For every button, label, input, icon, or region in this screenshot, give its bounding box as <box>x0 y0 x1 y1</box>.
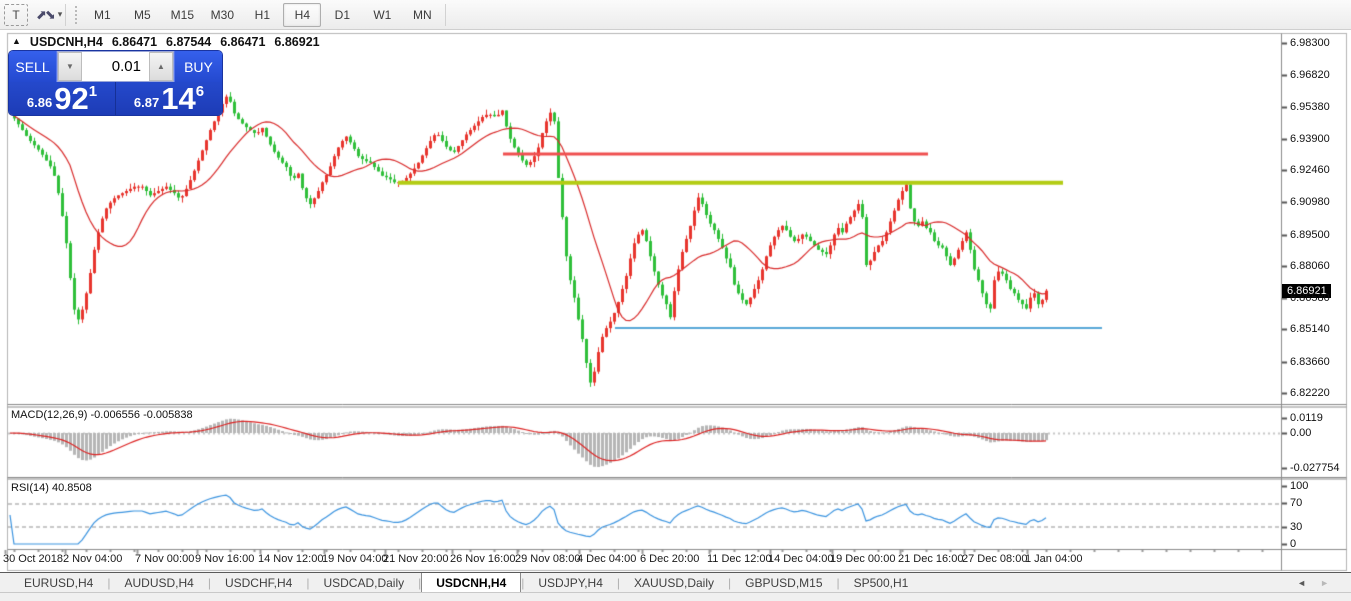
timeframe-button-group: M1M5M15M30H1H4D1W1MN <box>82 3 442 27</box>
timeframe-button-m15[interactable]: M15 <box>163 3 201 27</box>
rsi-tick: 70 <box>1290 497 1302 509</box>
cycle-symbols-button[interactable]: ⬈⬊ ▾ <box>36 7 62 23</box>
chart-window: ▲ USDCNH,H4 6.86471 6.87544 6.86471 6.86… <box>0 30 1351 572</box>
sell-price-small: 6.86 <box>27 95 52 110</box>
price-tick: 6.89500 <box>1290 229 1330 241</box>
buy-price-pip: 6 <box>196 83 204 100</box>
timeframe-button-h1[interactable]: H1 <box>243 3 281 27</box>
bottom-tab-audusd-h4[interactable]: AUDUSD,H4 <box>110 573 207 593</box>
ohlc-high: 6.87544 <box>166 35 211 49</box>
volume-increase-button[interactable]: ▲ <box>149 52 173 81</box>
sell-price-big: 92 <box>54 85 88 113</box>
timeframe-button-w1[interactable]: W1 <box>363 3 401 27</box>
time-axis: 30 Oct 20182 Nov 04:00 7 Nov 00:009 Nov 1… <box>0 553 1351 569</box>
rsi-tick: 30 <box>1290 521 1302 533</box>
bottom-tab-gbpusd-m15[interactable]: GBPUSD,M15 <box>731 573 836 593</box>
price-tick: 6.85140 <box>1290 323 1330 335</box>
time-axis-label: 30 Oct 2018 <box>3 553 63 565</box>
macd-tick: -0.027754 <box>1290 462 1340 474</box>
bottom-tab-usdcad-daily[interactable]: USDCAD,Daily <box>309 573 418 593</box>
bottom-tab-usdchf-h4[interactable]: USDCHF,H4 <box>211 573 306 593</box>
bottom-tab-usdjpy-h4[interactable]: USDJPY,H4 <box>524 573 616 593</box>
time-axis-label: 14 Dec 04:00 <box>768 553 833 565</box>
time-axis-label: 19 Dec 00:00 <box>830 553 895 565</box>
time-axis-label: 4 Dec 04:00 <box>577 553 636 565</box>
time-axis-label: 21 Dec 16:00 <box>898 553 963 565</box>
price-tick: 6.95380 <box>1290 101 1330 113</box>
time-axis-label: 19 Nov 04:00 <box>322 553 387 565</box>
symbol-name: USDCNH,H4 <box>30 35 103 49</box>
ohlc-open: 6.86471 <box>112 35 157 49</box>
volume-decrease-button[interactable]: ▼ <box>58 52 82 81</box>
ohlc-close: 6.86921 <box>274 35 319 49</box>
price-tick: 6.93900 <box>1290 133 1330 145</box>
top-toolbar: T ⬈⬊ ▾ M1M5M15M30H1H4D1W1MN <box>0 0 1351 30</box>
timeframe-button-m5[interactable]: M5 <box>123 3 161 27</box>
volume-box: ▼ 0.01 ▲ <box>57 51 174 82</box>
time-axis-label: 1 Jan 04:00 <box>1025 553 1083 565</box>
bottom-tab-xauusd-daily[interactable]: XAUUSD,Daily <box>620 573 728 593</box>
price-tick: 6.92460 <box>1290 164 1330 176</box>
time-axis-label: 11 Dec 12:00 <box>707 553 772 565</box>
buy-button[interactable]: BUY <box>174 51 222 82</box>
price-tick: 6.88060 <box>1290 260 1330 272</box>
time-axis-label: 14 Nov 12:00 <box>258 553 323 565</box>
buy-price-small: 6.87 <box>134 95 159 110</box>
time-axis-label: 29 Nov 08:00 <box>515 553 580 565</box>
macd-tick: 0.0119 <box>1290 412 1323 424</box>
tab-scroll-right-icon[interactable]: ► <box>1320 578 1329 588</box>
chart-tab-bar: EURUSD,H4|AUDUSD,H4|USDCHF,H4|USDCAD,Dai… <box>0 572 1351 593</box>
macd-label: MACD(12,26,9) -0.006556 -0.005838 <box>11 409 193 421</box>
timeframe-button-m30[interactable]: M30 <box>203 3 241 27</box>
time-axis-label: 21 Nov 20:00 <box>383 553 448 565</box>
time-axis-label: 2 Nov 04:00 <box>63 553 122 565</box>
price-tick: 6.83660 <box>1290 356 1330 368</box>
time-axis-label: 26 Nov 16:00 <box>450 553 515 565</box>
bottom-tab-usdcnh-h4[interactable]: USDCNH,H4 <box>421 573 521 593</box>
ohlc-low: 6.86471 <box>220 35 265 49</box>
price-tick: 6.90980 <box>1290 196 1330 208</box>
time-axis-label: 7 Nov 00:00 <box>135 553 194 565</box>
status-strip <box>0 592 1351 601</box>
buy-price-big: 14 <box>161 85 195 113</box>
price-tick: 6.96820 <box>1290 69 1330 81</box>
rsi-tick: 0 <box>1290 538 1296 550</box>
volume-input[interactable]: 0.01 <box>82 52 149 81</box>
sort-arrows-icon: ⬈⬊ <box>36 7 54 23</box>
tab-scroll-controls: ◄ ► <box>1297 573 1351 593</box>
time-axis-label: 27 Dec 08:00 <box>962 553 1027 565</box>
buy-price[interactable]: 6.87 14 6 <box>116 82 222 115</box>
rsi-label: RSI(14) 40.8508 <box>11 482 92 494</box>
toolbar-separator <box>445 4 446 26</box>
timeframe-button-m1[interactable]: M1 <box>83 3 121 27</box>
sell-price[interactable]: 6.86 92 1 <box>9 82 115 115</box>
macd-tick: 0.00 <box>1290 427 1311 439</box>
price-tick: 6.82220 <box>1290 387 1330 399</box>
one-click-trading-panel: SELL ▼ 0.01 ▲ BUY 6.86 92 1 6.87 14 <box>9 51 222 115</box>
trading-terminal: T ⬈⬊ ▾ M1M5M15M30H1H4D1W1MN ▲ USDCNH,H4 … <box>0 0 1351 601</box>
sell-price-pip: 1 <box>89 83 97 100</box>
text-tool-icon[interactable]: T <box>4 4 28 26</box>
bottom-tab-eurusd-h4[interactable]: EURUSD,H4 <box>10 573 107 593</box>
toolbar-separator <box>65 4 66 26</box>
collapse-icon[interactable]: ▲ <box>12 36 21 46</box>
toolbar-grip[interactable] <box>74 5 79 25</box>
bottom-tab-sp500-h1[interactable]: SP500,H1 <box>840 573 923 593</box>
timeframe-button-mn[interactable]: MN <box>403 3 441 27</box>
price-tick: 6.86580 <box>1290 292 1330 304</box>
chevron-down-icon[interactable]: ▾ <box>58 9 63 20</box>
chart-title: ▲ USDCNH,H4 6.86471 6.87544 6.86471 6.86… <box>12 35 320 49</box>
timeframe-button-h4[interactable]: H4 <box>283 3 321 27</box>
time-axis-label: 9 Nov 16:00 <box>195 553 254 565</box>
time-axis-label: 6 Dec 20:00 <box>640 553 699 565</box>
tab-scroll-left-icon[interactable]: ◄ <box>1297 578 1306 588</box>
sell-button[interactable]: SELL <box>9 51 57 82</box>
timeframe-button-d1[interactable]: D1 <box>323 3 361 27</box>
price-tick: 6.98300 <box>1290 37 1330 49</box>
rsi-tick: 100 <box>1290 480 1308 492</box>
